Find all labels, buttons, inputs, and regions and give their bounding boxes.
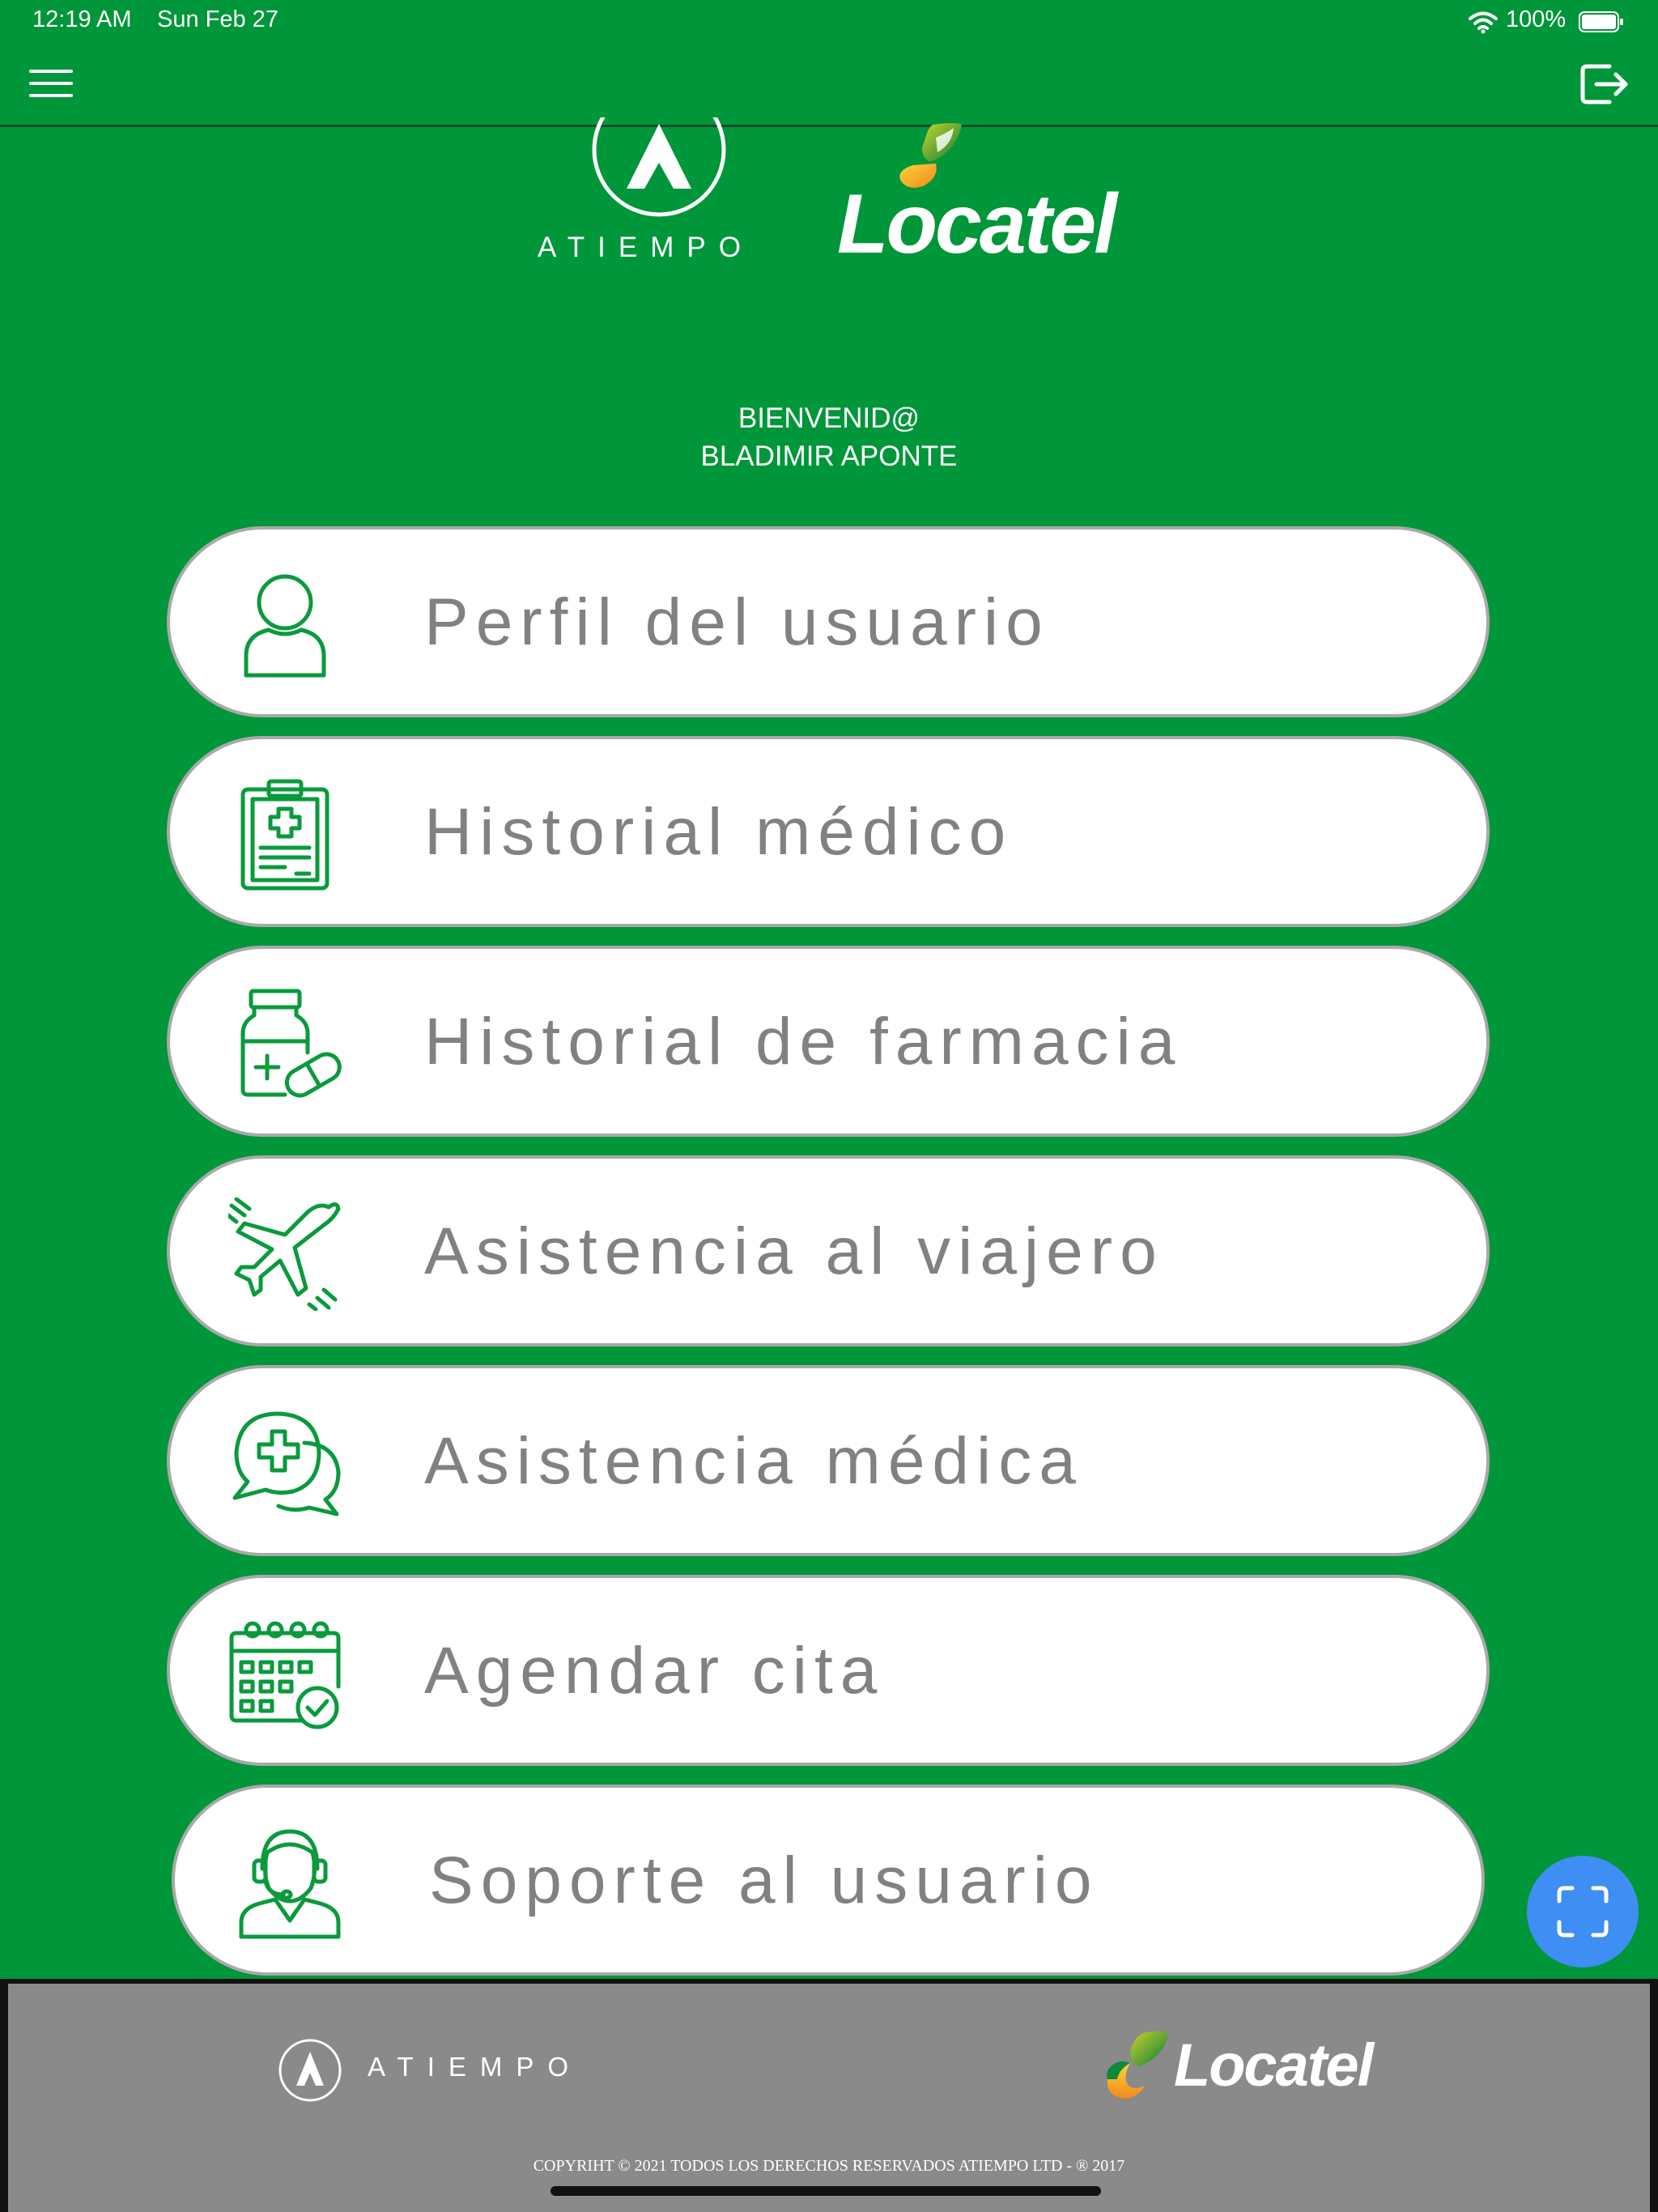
- locatel-logo-text: Locatel: [837, 177, 1117, 271]
- menu-item-label: Perfil del usuario: [424, 585, 1050, 659]
- calendar-icon: [229, 1621, 341, 1729]
- wifi-icon: [1469, 11, 1498, 34]
- welcome-greeting: BIENVENID@: [738, 402, 920, 434]
- logout-icon[interactable]: [1579, 62, 1630, 107]
- menu-item-soporte[interactable]: Soporte al usuario: [172, 1784, 1485, 1976]
- locatel-footer-text: Locatel: [1174, 2031, 1374, 2099]
- airplane-icon: [228, 1197, 341, 1311]
- welcome-message: BIENVENID@ BLADIMIR APONTE: [0, 399, 1658, 475]
- menu-item-historial-farmacia[interactable]: Historial de farmacia: [167, 946, 1490, 1137]
- scan-icon: [1557, 1886, 1609, 1938]
- home-indicator[interactable]: [551, 2186, 1101, 2196]
- status-time: 12:19 AM: [32, 6, 132, 32]
- scan-button[interactable]: [1527, 1856, 1639, 1967]
- menu-item-label: Asistencia al viajero: [424, 1214, 1164, 1288]
- nav-bar: [0, 44, 1658, 127]
- medicine-bottle-icon: [240, 989, 342, 1098]
- menu-item-agendar-cita[interactable]: Agendar cita: [167, 1575, 1490, 1766]
- hamburger-menu-icon[interactable]: [28, 63, 74, 104]
- menu-item-label: Asistencia médica: [424, 1424, 1083, 1498]
- atiempo-footer-text: ATIEMPO: [368, 2052, 583, 2082]
- status-date: Sun Feb 27: [157, 6, 278, 32]
- copyright-text: COPYRIHT © 2021 TODOS LOS DERECHOS RESER…: [533, 2157, 1125, 2175]
- menu-item-label: Soporte al usuario: [429, 1844, 1099, 1917]
- menu-item-label: Historial médico: [424, 795, 1014, 869]
- user-name: BLADIMIR APONTE: [700, 440, 958, 472]
- menu-item-historial-medico[interactable]: Historial médico: [167, 736, 1490, 927]
- battery-percent: 100%: [1506, 6, 1567, 32]
- support-agent-icon: [239, 1829, 341, 1939]
- footer: ATIEMPO Locatel COPYRIHT © 2021 TODOS LO…: [0, 1979, 1658, 2212]
- menu-item-label: Agendar cita: [424, 1634, 885, 1708]
- menu-item-asistencia-viajero[interactable]: Asistencia al viajero: [167, 1155, 1490, 1346]
- clipboard-icon: [240, 779, 329, 891]
- medical-chat-icon: [232, 1411, 341, 1516]
- menu-item-perfil[interactable]: Perfil del usuario: [167, 526, 1490, 717]
- atiempo-logo-text: ATIEMPO: [538, 232, 754, 263]
- user-icon: [244, 574, 326, 678]
- atiempo-footer-icon: [278, 2039, 342, 2102]
- locatel-footer-icon: [1107, 2031, 1168, 2099]
- status-bar: 12:19 AM Sun Feb 27 100%: [0, 0, 1658, 44]
- menu-item-asistencia-medica[interactable]: Asistencia médica: [167, 1365, 1490, 1556]
- battery-icon: [1579, 11, 1623, 32]
- menu-item-label: Historial de farmacia: [424, 1005, 1183, 1078]
